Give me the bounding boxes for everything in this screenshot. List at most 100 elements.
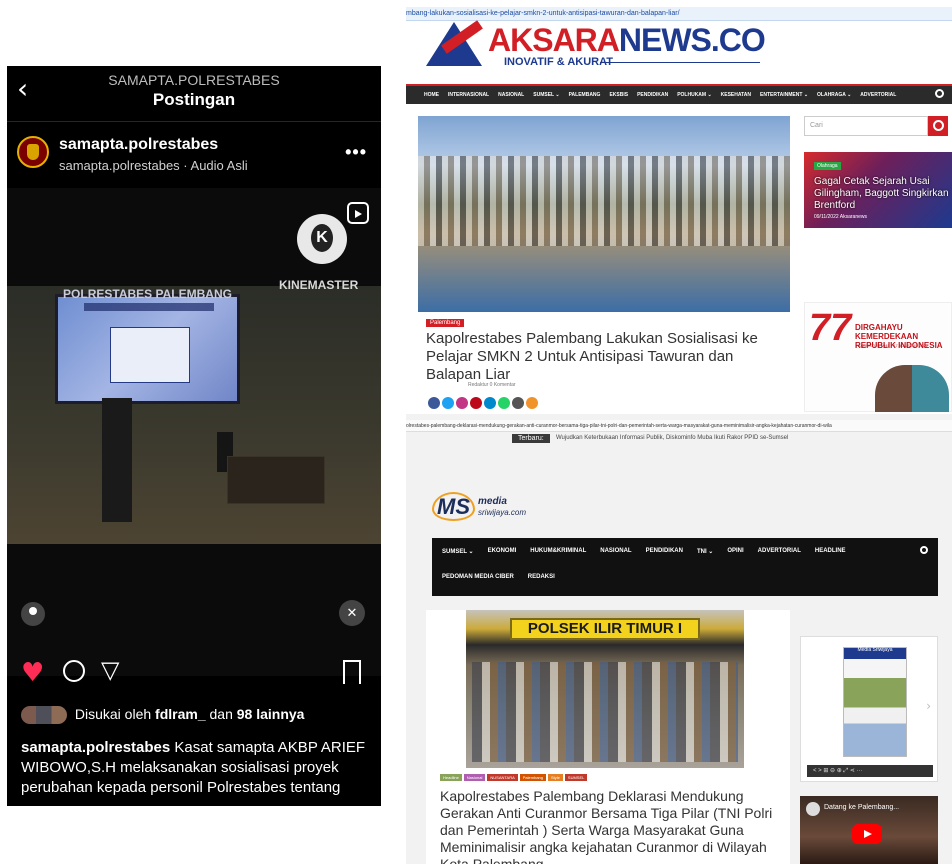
- search-button[interactable]: [928, 116, 948, 136]
- likes-user[interactable]: fdlram_: [155, 706, 206, 722]
- aksaranews-panel: mbang-lakukan-sosialisasi-ke-pelajar-smk…: [406, 0, 952, 412]
- share-email-icon[interactable]: [512, 397, 524, 409]
- pdf-controls[interactable]: < > ⊞ ⊖ ⊕ ⤢ ⋖ ···: [807, 765, 933, 777]
- article-headline[interactable]: Kapolrestabes Palembang Lakukan Sosialis…: [426, 330, 786, 384]
- projector-screen: [55, 294, 240, 404]
- more-options-icon[interactable]: •••: [345, 142, 367, 163]
- share-facebook-icon[interactable]: [428, 397, 440, 409]
- nav-item[interactable]: REDAKSI: [528, 574, 555, 580]
- audio-subtitle[interactable]: samapta.polrestabes · Audio Asli: [59, 158, 248, 173]
- slide-title-block: [84, 303, 214, 311]
- share-pinterest-icon[interactable]: [470, 397, 482, 409]
- likes-line[interactable]: Disukai oleh fdlram_ dan 98 lainnya: [21, 706, 305, 725]
- share-more-icon[interactable]: [526, 397, 538, 409]
- group-photo: [472, 662, 738, 762]
- divider: [600, 62, 760, 63]
- youtube-embed[interactable]: Datang ke Palembang...: [800, 796, 938, 864]
- chevron-right-icon[interactable]: ›: [926, 699, 931, 713]
- nav-item[interactable]: ADVERTORIAL: [860, 86, 896, 104]
- liker-avatars: [21, 706, 67, 725]
- search-icon[interactable]: [935, 89, 944, 98]
- divider: [7, 121, 381, 122]
- room-banner: POLRESTABES PALEMBANG: [63, 287, 232, 301]
- slide-box: [110, 327, 190, 383]
- site-logo-text[interactable]: media sriwijaya.com: [478, 496, 526, 518]
- search-input[interactable]: Cari: [804, 116, 928, 136]
- nav-item[interactable]: TNI ⌄: [697, 548, 713, 555]
- tag-badge[interactable]: SUMSEL: [564, 774, 588, 781]
- logo-media: media: [478, 496, 507, 507]
- nav-item[interactable]: KESEHATAN: [721, 86, 751, 104]
- tag-badge[interactable]: Headline: [440, 774, 462, 781]
- nav-item[interactable]: HEADLINE: [815, 548, 846, 554]
- nav-item[interactable]: OPINI: [727, 548, 743, 554]
- share-twitter-icon[interactable]: [442, 397, 454, 409]
- article-headline[interactable]: Kapolrestabes Palembang Deklarasi Menduk…: [440, 788, 774, 864]
- likes-mid: dan: [209, 706, 233, 722]
- share-send-icon[interactable]: ▽: [101, 656, 119, 684]
- tagged-user-icon[interactable]: [21, 602, 45, 626]
- nav-item[interactable]: INTERNASIONAL: [448, 86, 489, 104]
- main-nav: HOME INTERNASIONAL NASIONAL SUMSEL ⌄ PALEMBA…: [406, 84, 952, 104]
- sidebar-headline[interactable]: Gagal Cetak Sejarah Usai Gilingham, Bagg…: [814, 176, 950, 212]
- instagram-header: ‹ SAMAPTA.POLRESTABES Postingan: [7, 66, 381, 118]
- logo-red: AKSARA: [488, 22, 620, 58]
- tag-badge[interactable]: Nasional: [463, 774, 486, 781]
- article-meta: Redaktur 0 Komentar: [468, 382, 516, 388]
- tag-badge[interactable]: NUSANTARA: [487, 774, 518, 781]
- caption-username[interactable]: samapta.polrestabes: [21, 739, 170, 756]
- nav-item[interactable]: POLHUKAM ⌄: [677, 86, 711, 104]
- screenshot-collage: ‹ SAMAPTA.POLRESTABES Postingan samapta.…: [0, 0, 952, 864]
- epaper-cover[interactable]: [843, 647, 907, 757]
- address-bar[interactable]: olrestabes-palembang-deklarasi-mendukung…: [406, 420, 952, 432]
- nav-item[interactable]: HUKUM&KRIMINAL: [530, 548, 586, 554]
- search-icon[interactable]: [920, 546, 928, 554]
- share-instagram-icon[interactable]: [456, 397, 468, 409]
- sidebar-tag[interactable]: Olahraga: [814, 162, 841, 170]
- main-nav: SUMSEL ⌄ EKONOMI HUKUM&KRIMINAL NASIONAL PEN…: [432, 538, 938, 596]
- nav-item[interactable]: SUMSEL ⌄: [442, 548, 474, 555]
- ad-photo: [875, 365, 949, 412]
- nav-item[interactable]: PALEMBANG: [569, 86, 601, 104]
- sidebar-date: 09/11/2022 Aksaranews: [814, 214, 868, 220]
- independence-ad[interactable]: 77 DIRGAHAYU KEMERDEKAAN REPUBLIK INDONE…: [804, 302, 952, 412]
- nav-item[interactable]: EKSBIS: [609, 86, 628, 104]
- sidebar-news-card[interactable]: Olahraga Gagal Cetak Sejarah Usai Giling…: [804, 152, 952, 228]
- nav-item[interactable]: SUMSEL ⌄: [533, 86, 559, 104]
- share-whatsapp-icon[interactable]: [498, 397, 510, 409]
- share-telegram-icon[interactable]: [484, 397, 496, 409]
- ticker-label: Terbaru:: [512, 434, 550, 443]
- likes-count[interactable]: 98 lainnya: [237, 706, 305, 722]
- article-hero-image[interactable]: [418, 116, 790, 312]
- video-title[interactable]: Datang ke Palembang...: [824, 804, 899, 811]
- nav-item[interactable]: PEDOMAN MEDIA CIBER: [442, 574, 514, 580]
- police-station-sign: POLSEK ILIR TIMUR I: [510, 618, 700, 640]
- article-photo[interactable]: POLSEK ILIR TIMUR I: [466, 610, 744, 768]
- nav-item[interactable]: PENDIDIKAN: [637, 86, 668, 104]
- nav-item[interactable]: HOME: [424, 86, 439, 104]
- nav-item[interactable]: OLAHRAGA ⌄: [817, 86, 851, 104]
- nav-item[interactable]: EKONOMI: [488, 548, 517, 554]
- like-heart-icon[interactable]: ♥: [21, 660, 44, 686]
- nav-item[interactable]: PENDIDIKAN: [646, 548, 683, 554]
- nav-item[interactable]: NASIONAL: [600, 548, 631, 554]
- post-username[interactable]: samapta.polrestabes: [59, 136, 218, 154]
- category-badge[interactable]: Palembang: [426, 319, 465, 327]
- tag-badge[interactable]: Palembang: [519, 774, 546, 781]
- nav-item[interactable]: NASIONAL: [498, 86, 524, 104]
- address-bar[interactable]: mbang-lakukan-sosialisasi-ke-pelajar-smk…: [406, 7, 952, 21]
- ticker-headline[interactable]: Wujudkan Keterbukaan Informasi Publik, D…: [556, 435, 788, 441]
- site-logo[interactable]: MS: [432, 492, 475, 521]
- bookmark-icon[interactable]: [343, 660, 361, 684]
- tag-badge[interactable]: Style: [548, 774, 563, 781]
- likes-prefix: Disukai oleh: [74, 706, 152, 722]
- mute-icon[interactable]: ✕: [339, 600, 365, 626]
- play-icon[interactable]: [852, 824, 882, 844]
- site-logo-text[interactable]: AKSARANEWS.CO: [488, 22, 766, 59]
- speaker-podium: [102, 398, 132, 522]
- comment-icon[interactable]: [63, 660, 85, 682]
- nav-item[interactable]: ENTERTAINMENT ⌄: [760, 86, 808, 104]
- nav-item[interactable]: ADVERTORIAL: [758, 548, 801, 554]
- avatar[interactable]: [17, 136, 49, 168]
- epaper-viewer[interactable]: Media Sriwijaya › < > ⊞ ⊖ ⊕ ⤢ ⋖ ···: [800, 636, 938, 782]
